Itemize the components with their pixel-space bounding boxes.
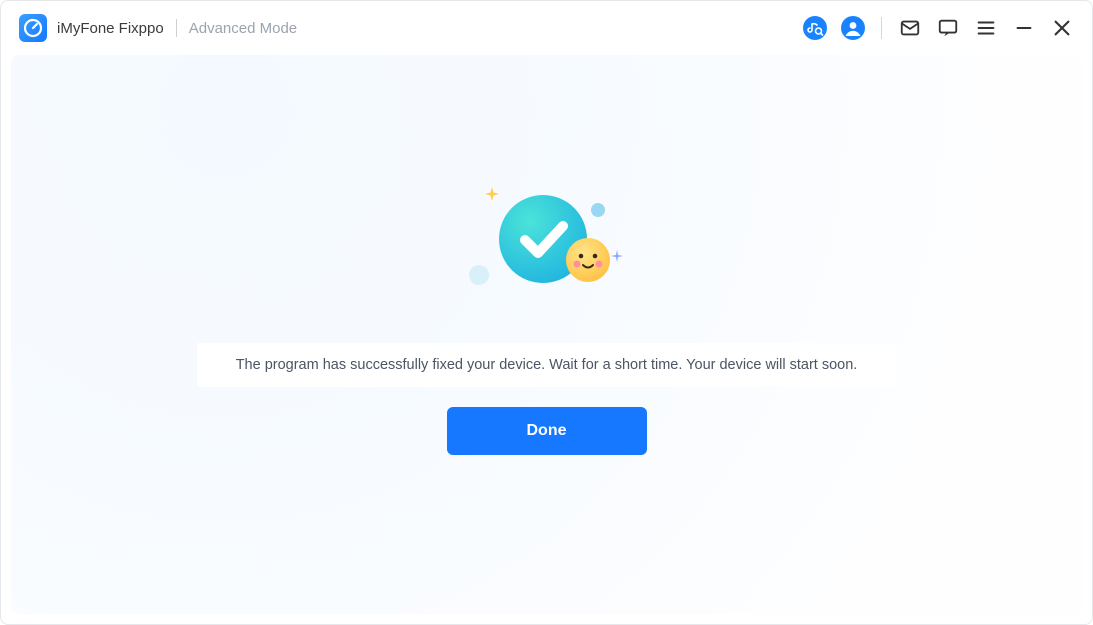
status-message: The program has successfully fixed your … bbox=[197, 343, 897, 387]
app-title: iMyFone Fixppo bbox=[57, 20, 164, 37]
account-icon[interactable] bbox=[841, 16, 865, 40]
success-illustration bbox=[457, 185, 637, 325]
app-window: iMyFone Fixppo Advanced Mode bbox=[0, 0, 1093, 625]
title-bar: iMyFone Fixppo Advanced Mode bbox=[1, 1, 1092, 55]
music-search-icon[interactable] bbox=[803, 16, 827, 40]
title-icons-group bbox=[803, 16, 1074, 40]
title-divider bbox=[176, 19, 177, 37]
done-button[interactable]: Done bbox=[447, 407, 647, 455]
mode-label: Advanced Mode bbox=[189, 20, 297, 37]
close-icon[interactable] bbox=[1050, 16, 1074, 40]
sparkle-icon bbox=[611, 249, 623, 267]
smiley-icon bbox=[565, 237, 611, 283]
mail-icon[interactable] bbox=[898, 16, 922, 40]
chat-icon[interactable] bbox=[936, 16, 960, 40]
content-area: The program has successfully fixed your … bbox=[11, 55, 1082, 614]
bubble-icon bbox=[591, 203, 605, 217]
app-logo-icon bbox=[19, 14, 47, 42]
minimize-icon[interactable] bbox=[1012, 16, 1036, 40]
bubble-icon bbox=[469, 265, 489, 285]
menu-icon[interactable] bbox=[974, 16, 998, 40]
titlebar-separator bbox=[881, 17, 882, 39]
